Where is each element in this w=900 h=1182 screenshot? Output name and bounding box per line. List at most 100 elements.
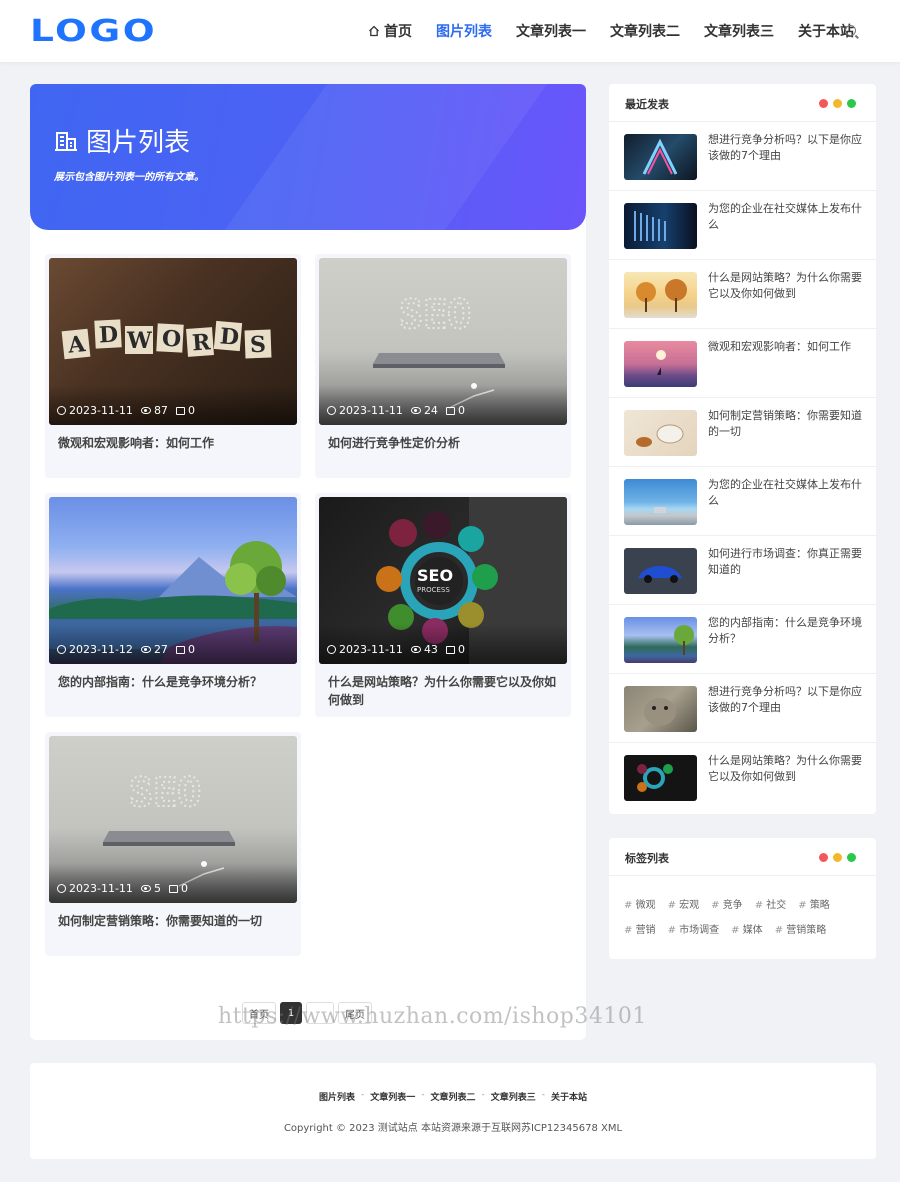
post-title[interactable]: 您的内部指南：什么是竞争环境分析？ [58, 673, 290, 691]
tag-link[interactable]: 宏观 [668, 896, 699, 911]
svg-text:SEO: SEO [129, 770, 201, 816]
nav-home[interactable]: 首页 [368, 21, 412, 41]
tag-link[interactable]: 策略 [798, 896, 830, 911]
recent-post-item[interactable]: 什么是网站策略？为什么你需要它以及你如何做到 [609, 743, 876, 812]
footer-link[interactable]: 图片列表 [319, 1090, 355, 1103]
recent-post-item[interactable]: 如何制定营销策略：你需要知道的一切 [609, 398, 876, 467]
recent-post-title[interactable]: 您的内部指南：什么是竞争环境分析？ [708, 615, 864, 647]
recent-post-item[interactable]: 想进行竞争分析吗？以下是你应该做的7个理由 [609, 122, 876, 191]
recent-post-thumbnail[interactable] [624, 755, 697, 801]
recent-post-title[interactable]: 什么是网站策略？为什么你需要它以及你如何做到 [708, 753, 864, 785]
post-date: 2023-11-11 [57, 404, 133, 417]
post-card[interactable]: A D W O R D S 2023-11-11 87 0 微观和宏观影响者：如… [45, 254, 301, 478]
post-title[interactable]: 微观和宏观影响者：如何工作 [58, 434, 290, 452]
recent-post-thumbnail[interactable] [624, 479, 697, 525]
nav-article-list-3[interactable]: 文章列表三 [704, 21, 774, 41]
tag-link[interactable]: 营销策略 [775, 921, 826, 936]
footer-link[interactable]: 文章列表一 [370, 1090, 415, 1103]
post-thumbnail[interactable]: SEO [319, 258, 567, 425]
post-views: 27 [140, 643, 168, 656]
recent-post-thumbnail[interactable] [624, 134, 697, 180]
post-thumbnail[interactable]: SEO [49, 736, 297, 903]
recent-post-title[interactable]: 如何进行市场调查：你真正需要知道的 [708, 546, 864, 578]
eye-icon [140, 407, 151, 414]
post-comments: 0 [175, 643, 195, 656]
post-thumbnail[interactable]: A D W O R D S [49, 258, 297, 425]
recent-post-thumbnail[interactable] [624, 272, 697, 318]
footer-link[interactable]: 文章列表三 [491, 1090, 536, 1103]
footer-link[interactable]: 文章列表二 [430, 1090, 475, 1103]
recent-post-thumbnail[interactable] [624, 410, 697, 456]
nav-article-list-1[interactable]: 文章列表一 [516, 21, 586, 41]
recent-post-thumbnail[interactable] [624, 617, 697, 663]
recent-post-title[interactable]: 什么是网站策略？为什么你需要它以及你如何做到 [708, 270, 864, 302]
tag-link[interactable]: 市场调查 [668, 921, 719, 936]
post-title[interactable]: 如何进行竞争性定价分析 [328, 434, 560, 452]
post-date: 2023-11-12 [57, 643, 133, 656]
post-title[interactable]: 什么是网站策略？为什么你需要它以及你如何做到 [328, 673, 560, 709]
comment-icon [445, 406, 455, 415]
nav-article-list-2[interactable]: 文章列表二 [610, 21, 680, 41]
svg-text:A: A [66, 331, 88, 359]
recent-post-title[interactable]: 如何制定营销策略：你需要知道的一切 [708, 408, 864, 440]
recent-post-title[interactable]: 为您的企业在社交媒体上发布什么 [708, 201, 864, 233]
nav-article-list-3-label: 文章列表三 [704, 24, 774, 40]
post-comments: 0 [445, 404, 465, 417]
recent-post-thumbnail[interactable] [624, 686, 697, 732]
recent-post-title[interactable]: 想进行竞争分析吗？以下是你应该做的7个理由 [708, 684, 864, 716]
post-card[interactable]: SEO PROCESS 2023-11-11 43 0 什么是网站策略？为什么你… [315, 493, 571, 717]
recent-post-item[interactable]: 如何进行市场调查：你真正需要知道的 [609, 536, 876, 605]
recent-post-title[interactable]: 想进行竞争分析吗？以下是你应该做的7个理由 [708, 132, 864, 164]
page-first-button[interactable]: 首页 [242, 1002, 276, 1024]
svg-text:R: R [191, 329, 212, 356]
tag-link[interactable]: 媒体 [731, 921, 763, 936]
post-thumbnail[interactable]: SEO PROCESS [319, 497, 567, 664]
tag-link[interactable]: 营销 [624, 921, 656, 936]
site-logo[interactable]: LOGO [30, 14, 157, 49]
page-last-button[interactable]: 尾页 [338, 1002, 372, 1024]
post-card[interactable]: 2023-11-12 27 0 您的内部指南：什么是竞争环境分析？ [45, 493, 301, 717]
page-title: 图片列表 [54, 122, 190, 159]
page-current-button[interactable]: 1 [280, 1002, 302, 1024]
comment-icon [175, 645, 185, 654]
recent-post-item[interactable]: 为您的企业在社交媒体上发布什么 [609, 467, 876, 536]
recent-post-title[interactable]: 微观和宏观影响者：如何工作 [708, 339, 864, 355]
svg-text:D: D [219, 323, 240, 351]
post-card[interactable]: SEO 2023-11-11 5 0 如何制定营销策略：你需要知道的一切 [45, 732, 301, 956]
post-card[interactable]: SEO 2023-11-11 24 0 如何进行竞争性定价分析 [315, 254, 571, 478]
recent-post-item[interactable]: 为您的企业在社交媒体上发布什么 [609, 191, 876, 260]
clock-icon [327, 645, 336, 654]
tag-link[interactable]: 社交 [755, 896, 786, 911]
footer-link[interactable]: 关于本站 [551, 1090, 587, 1103]
recent-post-item[interactable]: 想进行竞争分析吗？以下是你应该做的7个理由 [609, 674, 876, 743]
tag-link[interactable]: 竞争 [711, 896, 743, 911]
recent-post-thumbnail[interactable] [624, 203, 697, 249]
clock-icon [57, 406, 66, 415]
tag-link[interactable]: 微观 [624, 896, 656, 911]
clock-icon [57, 884, 66, 893]
nav-image-list-label: 图片列表 [436, 24, 492, 40]
search-icon[interactable] [845, 25, 856, 36]
site-header: LOGO 首页 图片列表 文章列表一 文章列表二 文章列表三 关于本站 [0, 0, 900, 62]
post-title[interactable]: 如何制定营销策略：你需要知道的一切 [58, 912, 290, 930]
recent-post-thumbnail[interactable] [624, 341, 697, 387]
nav-image-list[interactable]: 图片列表 [436, 21, 492, 41]
recent-post-thumbnail[interactable] [624, 548, 697, 594]
clock-icon [327, 406, 336, 415]
home-icon [369, 25, 379, 37]
post-thumbnail[interactable] [49, 497, 297, 664]
page-next-button[interactable] [306, 1002, 334, 1024]
svg-text:S: S [250, 332, 267, 359]
nav-home-label: 首页 [384, 24, 412, 40]
page-description: 展示包含图片列表一的所有文章。 [54, 172, 204, 183]
svg-text:SEO: SEO [417, 566, 453, 585]
recent-post-item[interactable]: 您的内部指南：什么是竞争环境分析？ [609, 605, 876, 674]
post-comments: 0 [445, 643, 465, 656]
post-meta: 2023-11-11 5 0 [57, 882, 188, 895]
widget-title: 标签列表 [625, 852, 669, 865]
recent-post-item[interactable]: 什么是网站策略？为什么你需要它以及你如何做到 [609, 260, 876, 329]
main-content: 图片列表 展示包含图片列表一的所有文章。 A D W O R D S 2023-… [30, 84, 586, 1040]
clock-icon [57, 645, 66, 654]
recent-post-item[interactable]: 微观和宏观影响者：如何工作 [609, 329, 876, 398]
recent-post-title[interactable]: 为您的企业在社交媒体上发布什么 [708, 477, 864, 509]
